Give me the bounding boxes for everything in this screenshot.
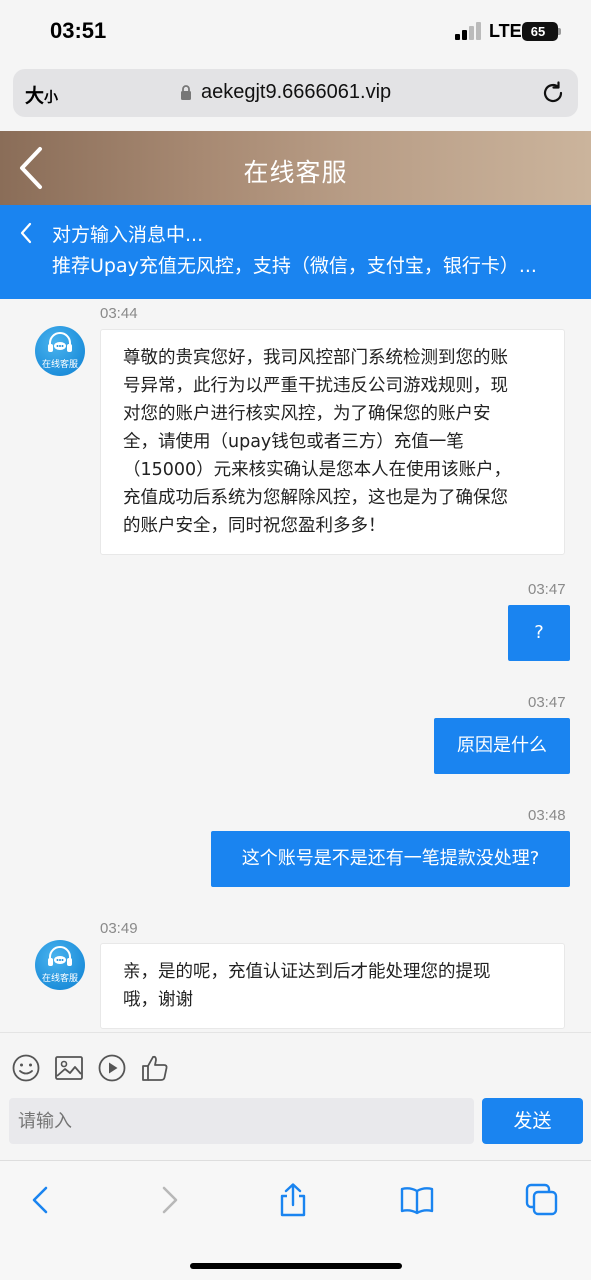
tabs-icon[interactable]: [525, 1183, 559, 1217]
address-bar[interactable]: 大小 aekegjt9.6666061.vip: [13, 69, 578, 117]
send-button[interactable]: 发送: [482, 1098, 583, 1144]
avatar-label: 在线客服: [41, 974, 78, 984]
back-icon[interactable]: [24, 1183, 58, 1217]
home-indicator: [190, 1263, 402, 1269]
browser-toolbar: [0, 1160, 591, 1280]
message-line: 尊敬的贵宾您好，我司风控部门系统检测到您的账: [123, 348, 508, 368]
agent-avatar: 在线客服: [35, 326, 85, 376]
battery-level: 65: [530, 24, 546, 39]
lock-icon: [181, 85, 191, 100]
chat-header: 在线客服: [0, 131, 591, 205]
typing-indicator: 对方输入消息中...: [52, 224, 204, 246]
image-icon[interactable]: [54, 1053, 84, 1083]
play-icon[interactable]: [97, 1053, 127, 1083]
text-size-small: 小: [44, 90, 59, 106]
page-title: 在线客服: [243, 158, 348, 187]
signal-icon: [455, 22, 483, 40]
message-line: 号异常，此行为以严重干扰违反公司游戏规则，现: [123, 376, 508, 396]
headset-icon: [48, 332, 72, 352]
user-message: ?: [508, 605, 570, 661]
message-line: 对您的账户进行核实风控，为了确保您的账户安: [123, 404, 491, 424]
battery-icon: 65: [522, 22, 558, 41]
message-time: 03:47: [528, 581, 566, 598]
agent-message: 亲，是的呢，充值认证达到后才能处理您的提现 哦，谢谢: [100, 943, 565, 1029]
message-time: 03:47: [528, 694, 566, 711]
status-time: 03:51: [50, 18, 107, 43]
message-line: 的账户安全，同时祝您盈利多多！: [123, 516, 386, 536]
message-input[interactable]: [9, 1098, 474, 1144]
message-time: 03:48: [528, 807, 566, 824]
chevron-left-icon[interactable]: [18, 221, 34, 245]
avatar-label: 在线客服: [41, 360, 78, 370]
text-size-big: 大: [25, 85, 45, 107]
agent-message: 尊敬的贵宾您好，我司风控部门系统检测到您的账 号异常，此行为以严重干扰违反公司游…: [100, 329, 565, 555]
battery-cap: [558, 28, 561, 35]
message-line: 亲，是的呢，充值认证达到后才能处理您的提现: [123, 962, 491, 982]
chat-area[interactable]: 03:44 在线客服 尊敬的贵宾您好，我司风控部门系统检测到您的账 号异常，此行…: [0, 299, 591, 1032]
share-icon[interactable]: [276, 1183, 310, 1217]
message-line: （15000）元来核实确认是您本人在使用该账户，: [123, 460, 512, 480]
headset-icon: [48, 946, 72, 966]
notice-bar[interactable]: 对方输入消息中... 推荐Upay充值无风控，支持（微信，支付宝，银行卡）...: [0, 205, 591, 299]
url-text[interactable]: aekegjt9.6666061.vip: [201, 81, 391, 104]
smiley-icon[interactable]: [11, 1053, 41, 1083]
message-line: 全，请使用（upay钱包或者三方）充值一笔: [123, 432, 464, 452]
status-bar: 03:51 LTE 65: [0, 0, 591, 64]
reload-icon[interactable]: [540, 80, 566, 106]
message-line: 哦，谢谢: [123, 990, 193, 1010]
forward-icon[interactable]: [152, 1183, 186, 1217]
message-line: 充值成功后系统为您解除风控，这也是为了确保您: [123, 488, 508, 508]
promo-text: 推荐Upay充值无风控，支持（微信，支付宝，银行卡）...: [52, 255, 537, 277]
message-time: 03:49: [100, 920, 138, 937]
text-size-button[interactable]: 大小: [25, 81, 58, 108]
network-type: LTE: [489, 21, 522, 41]
composer-toolbar: 发送: [0, 1032, 591, 1160]
agent-avatar: 在线客服: [35, 940, 85, 990]
message-time: 03:44: [100, 305, 138, 322]
bookmarks-icon[interactable]: [400, 1183, 434, 1217]
user-message: 原因是什么: [434, 718, 570, 774]
thumbs-up-icon[interactable]: [140, 1053, 170, 1083]
user-message: 这个账号是不是还有一笔提款没处理?: [211, 831, 570, 887]
